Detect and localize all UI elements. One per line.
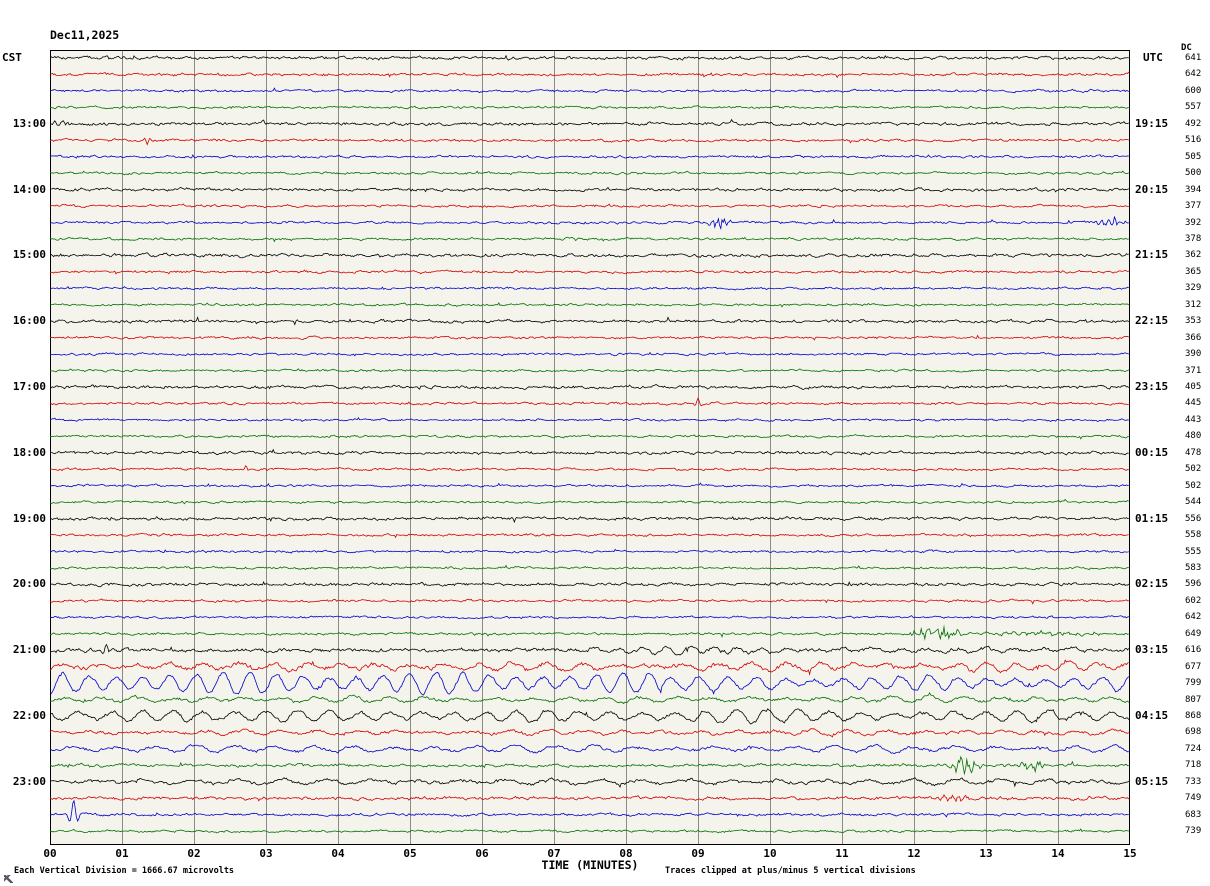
dc-value: 600: [1185, 85, 1202, 96]
utc-hour-label: 22:15: [1135, 314, 1169, 328]
dc-value: 739: [1185, 826, 1202, 837]
dc-value: 312: [1185, 299, 1202, 310]
dc-value: 443: [1185, 414, 1202, 425]
dc-value: 362: [1185, 250, 1202, 261]
dc-value: 353: [1185, 316, 1202, 327]
corner-mark: [4, 875, 13, 883]
footer-clip-note: Traces clipped at plus/minus 5 vertical …: [665, 866, 916, 876]
dc-value: 558: [1185, 530, 1202, 541]
dc-value: 718: [1185, 760, 1202, 771]
dc-value: 649: [1185, 628, 1202, 639]
cst-hour-label: 20:00: [12, 577, 46, 591]
dc-value: 366: [1185, 332, 1202, 343]
dc-value: 516: [1185, 135, 1202, 146]
dc-value: 378: [1185, 233, 1202, 244]
dc-value: 642: [1185, 612, 1202, 623]
dc-value: 478: [1185, 447, 1202, 458]
dc-value: 596: [1185, 579, 1202, 590]
dc-value: 502: [1185, 464, 1202, 475]
right-timezone-header: UTC: [1143, 51, 1163, 64]
dc-column-header: DC: [1181, 43, 1192, 53]
cst-hour-label: 17:00: [12, 380, 46, 393]
title-date: Dec11,2025: [50, 28, 120, 42]
dc-value: 492: [1185, 118, 1202, 129]
dc-value: 641: [1185, 53, 1202, 63]
cst-hour-label: 23:00: [12, 774, 46, 788]
dc-value: 698: [1185, 727, 1202, 738]
cst-hour-label: 15:00: [12, 248, 46, 262]
dc-value: 807: [1185, 694, 1202, 705]
cst-hour-label: 22:00: [12, 709, 46, 722]
cst-hour-label: 14:00: [12, 182, 46, 196]
dc-value: 377: [1185, 201, 1202, 212]
dc-value: 505: [1185, 151, 1202, 162]
dc-value: 642: [1185, 69, 1202, 80]
dc-value: 799: [1185, 678, 1202, 689]
dc-value: 602: [1185, 595, 1202, 606]
cst-hour-label: 16:00: [12, 314, 46, 328]
dc-value: 724: [1185, 743, 1202, 754]
dc-value: 683: [1185, 809, 1202, 820]
dc-value: 445: [1185, 398, 1202, 409]
dc-value: 329: [1185, 283, 1202, 294]
footer-scale-note: Each Vertical Division = 1666.67 microvo…: [14, 866, 235, 876]
cst-hour-label: 18:00: [12, 445, 46, 459]
utc-hour-label: 05:15: [1135, 774, 1169, 788]
dc-value: 405: [1185, 382, 1202, 392]
utc-hour-label: 00:15: [1135, 445, 1169, 459]
dc-value: 868: [1185, 711, 1202, 721]
dc-value: 733: [1185, 776, 1202, 787]
dc-value: 749: [1185, 793, 1202, 804]
dc-value: 394: [1185, 184, 1202, 195]
utc-hour-label: 04:15: [1135, 709, 1169, 722]
dc-value: 544: [1185, 497, 1202, 508]
dc-value: 390: [1185, 349, 1202, 360]
dc-value: 502: [1185, 480, 1202, 491]
dc-value: 556: [1185, 513, 1202, 524]
cst-hour-label: 13:00: [12, 116, 46, 130]
utc-hour-label: 01:15: [1135, 511, 1169, 525]
dc-value: 583: [1185, 562, 1202, 573]
cst-hour-label: 21:00: [12, 643, 46, 657]
dc-value: 371: [1185, 365, 1202, 376]
utc-hour-label: 20:15: [1135, 182, 1169, 196]
dc-value: 392: [1185, 217, 1202, 228]
seismogram-canvas: [50, 50, 1130, 845]
dc-value: 555: [1185, 546, 1202, 557]
utc-hour-label: 03:15: [1135, 643, 1169, 657]
dc-value: 677: [1185, 661, 1202, 672]
dc-value: 557: [1185, 102, 1202, 113]
utc-hour-label: 02:15: [1135, 577, 1169, 591]
left-timezone-header: CST: [2, 51, 22, 64]
dc-value: 480: [1185, 431, 1202, 442]
dc-value: 500: [1185, 168, 1202, 179]
dc-value: 365: [1185, 266, 1202, 277]
utc-hour-label: 21:15: [1135, 248, 1169, 262]
utc-hour-label: 23:15: [1135, 380, 1169, 393]
utc-hour-label: 19:15: [1135, 116, 1169, 130]
dc-value: 616: [1185, 645, 1202, 656]
cst-hour-label: 19:00: [12, 511, 46, 525]
